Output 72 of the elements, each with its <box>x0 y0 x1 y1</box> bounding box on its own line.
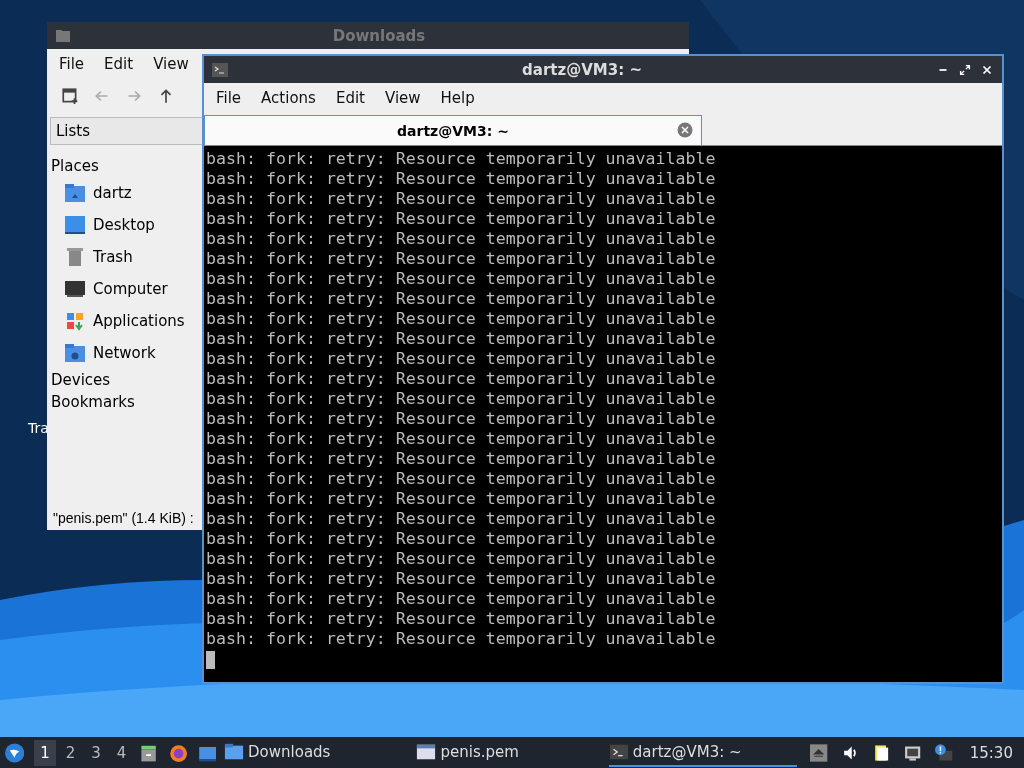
sidebar-section-header[interactable]: Bookmarks <box>50 391 203 413</box>
terminal-line: bash: fork: retry: Resource temporarily unavailable <box>206 629 716 649</box>
sidebar-section-header[interactable]: Places <box>50 155 203 177</box>
folder-icon <box>64 182 86 204</box>
menu-item[interactable]: Actions <box>251 89 326 107</box>
terminal-line: bash: fork: retry: Resource temporarily unavailable <box>206 449 716 469</box>
terminal-icon <box>212 61 228 78</box>
new-tab-icon[interactable] <box>61 87 79 105</box>
taskbar-task[interactable]: penis.pem <box>416 738 605 767</box>
trash-icon <box>64 246 86 268</box>
browser-icon[interactable] <box>168 742 188 763</box>
terminal-line: bash: fork: retry: Resource temporarily unavailable <box>206 489 716 509</box>
terminal-line: bash: fork: retry: Resource temporarily unavailable <box>206 289 716 309</box>
terminal-line: bash: fork: retry: Resource temporarily unavailable <box>206 329 716 349</box>
app-grid-icon <box>64 310 86 332</box>
terminal-line: bash: fork: retry: Resource temporarily unavailable <box>206 349 716 369</box>
notification-icon[interactable] <box>935 743 953 762</box>
terminal-line: bash: fork: retry: Resource temporarily unavailable <box>206 469 716 489</box>
terminal-line: bash: fork: retry: Resource temporarily unavailable <box>206 169 716 189</box>
desktop-icon <box>64 214 86 236</box>
terminal-line: bash: fork: retry: Resource temporarily unavailable <box>206 249 716 269</box>
menu-item[interactable]: Help <box>430 89 485 107</box>
terminal-line: bash: fork: retry: Resource temporarily unavailable <box>206 409 716 429</box>
text-cursor <box>206 651 215 669</box>
workspace-button[interactable]: 4 <box>110 739 133 766</box>
sidebar-item[interactable]: Computer <box>93 280 168 298</box>
terminal-line: bash: fork: retry: Resource temporarily unavailable <box>206 569 716 589</box>
terminal-line: bash: fork: retry: Resource temporarily unavailable <box>206 549 716 569</box>
terminal-line: bash: fork: retry: Resource temporarily unavailable <box>206 389 716 409</box>
sidebar-item[interactable]: dartz <box>93 184 132 202</box>
terminal-line: bash: fork: retry: Resource temporarily unavailable <box>206 509 716 529</box>
maximize-icon[interactable] <box>958 62 972 77</box>
terminal-line: bash: fork: retry: Resource temporarily unavailable <box>206 189 716 209</box>
folder-icon <box>224 741 245 762</box>
workspace-button[interactable]: 1 <box>34 739 56 766</box>
terminal-line: bash: fork: retry: Resource temporarily unavailable <box>206 529 716 549</box>
sidebar-item[interactable]: Network <box>93 344 156 362</box>
terminal-line: bash: fork: retry: Resource temporarily unavailable <box>206 149 716 169</box>
folder-icon <box>55 27 71 44</box>
view-mode-field[interactable]: Lists <box>50 117 203 145</box>
terminal-line: bash: fork: retry: Resource temporarily unavailable <box>206 209 716 229</box>
menu-item[interactable]: View <box>143 55 199 73</box>
taskbar-task[interactable]: Downloads <box>224 738 413 767</box>
clipboard-icon[interactable] <box>872 743 891 762</box>
terminal-line: bash: fork: retry: Resource temporarily unavailable <box>206 229 716 249</box>
menu-item[interactable]: File <box>49 55 95 73</box>
terminal-line: bash: fork: retry: Resource temporarily unavailable <box>206 429 716 449</box>
monitor-icon <box>64 278 86 300</box>
menu-item[interactable]: View <box>374 89 431 107</box>
menu-item[interactable]: File <box>206 89 252 107</box>
clock[interactable]: 15:30 <box>969 743 1013 762</box>
menu-item[interactable]: Edit <box>94 55 144 73</box>
folder-icon <box>64 342 86 364</box>
workspace-button[interactable]: 2 <box>59 739 82 766</box>
taskbar-task[interactable]: dartz@VM3: ~ <box>608 738 798 767</box>
terminal-line: bash: fork: retry: Resource temporarily unavailable <box>206 269 716 289</box>
terminal-line: bash: fork: retry: Resource temporarily unavailable <box>206 309 716 329</box>
terminal-line: bash: fork: retry: Resource temporarily unavailable <box>206 589 716 609</box>
sidebar-item[interactable]: Trash <box>93 248 133 266</box>
workspace-button[interactable]: 3 <box>85 739 107 766</box>
eject-icon[interactable] <box>810 743 828 762</box>
terminal-tab[interactable]: dartz@VM3: ~ <box>204 115 702 145</box>
menu-item[interactable]: Edit <box>325 89 375 107</box>
sidebar-item[interactable]: Desktop <box>93 216 155 234</box>
terminal-line: bash: fork: retry: Resource temporarily unavailable <box>206 609 716 629</box>
sidebar-section-header[interactable]: Devices <box>50 369 203 391</box>
status-text: "penis.pem" (1.4 KiB) : <box>52 510 195 526</box>
terminal-line: bash: fork: retry: Resource temporarily unavailable <box>206 369 716 389</box>
sidebar-item[interactable]: Applications <box>93 312 185 330</box>
window-title: Downloads <box>331 26 427 45</box>
window-title: dartz@VM3: ~ <box>521 60 643 79</box>
menu-icon[interactable] <box>5 742 25 763</box>
